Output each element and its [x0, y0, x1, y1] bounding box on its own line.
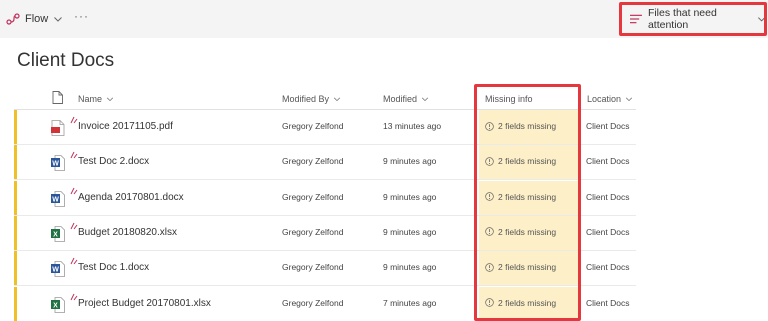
info-icon	[485, 157, 494, 166]
missing-info-label: 2 fields missing	[498, 297, 557, 308]
missing-info-label: 2 fields missing	[498, 226, 557, 237]
info-icon	[485, 121, 494, 131]
document-type-icon[interactable]	[52, 91, 63, 104]
column-header-label: Missing info	[485, 94, 533, 104]
missing-info-cell[interactable]: 2 fields missing	[479, 145, 580, 180]
flow-button[interactable]: Flow	[6, 9, 63, 29]
chevron-down-icon	[54, 17, 63, 22]
filter-lines-icon	[630, 14, 642, 24]
svg-text:X: X	[53, 231, 58, 238]
info-icon	[485, 262, 494, 272]
table-row[interactable]: W Agenda 20170801.docx Gregory Zelfond 9…	[14, 180, 636, 216]
modified-by: Gregory Zelfond	[282, 226, 344, 237]
chevron-down-icon	[757, 17, 765, 22]
view-selector-button[interactable]: Files that need attention	[622, 5, 766, 33]
column-header-label: Modified By	[282, 94, 330, 104]
missing-info-label: 2 fields missing	[498, 121, 557, 131]
word-icon: W	[51, 261, 65, 278]
column-header-label: Modified	[383, 94, 418, 104]
column-header-label: Name	[78, 94, 103, 104]
file-name-link[interactable]: Agenda 20170801.docx	[78, 192, 184, 203]
attention-indicator	[14, 251, 17, 286]
chevron-down-icon	[106, 97, 114, 102]
modified-time: 9 minutes ago	[383, 226, 437, 237]
table-row[interactable]: X Project Budget 20170801.xlsx Gregory Z…	[14, 286, 636, 321]
excel-icon: X	[51, 225, 65, 242]
modified-by: Gregory Zelfond	[282, 156, 344, 167]
modified-time: 13 minutes ago	[383, 121, 442, 131]
attention-indicator	[14, 110, 17, 144]
more-options-button[interactable]: ···	[74, 9, 89, 23]
attention-indicator	[14, 180, 17, 215]
svg-text:W: W	[52, 161, 59, 168]
missing-info-label: 2 fields missing	[498, 156, 557, 167]
location-label: Client Docs	[586, 156, 630, 167]
column-header-missing-info[interactable]: Missing info	[485, 89, 533, 109]
word-icon: W	[51, 155, 65, 172]
table-row[interactable]: W Test Doc 1.docx Gregory Zelfond 9 minu…	[14, 251, 636, 287]
file-name-link[interactable]: Budget 20180820.xlsx	[78, 227, 177, 238]
view-selector-label: Files that need attention	[647, 7, 717, 31]
attention-indicator	[14, 215, 17, 250]
column-header-modified-by[interactable]: Modified By	[282, 89, 341, 109]
missing-info-label: 2 fields missing	[498, 262, 557, 273]
chevron-down-icon	[333, 97, 341, 102]
missing-info-cell[interactable]: 2 fields missing	[479, 180, 580, 215]
modified-time: 9 minutes ago	[383, 191, 437, 202]
modified-by: Gregory Zelfond	[282, 297, 344, 308]
missing-info-cell[interactable]: 2 fields missing	[479, 215, 580, 250]
missing-info-label: 2 fields missing	[498, 191, 557, 202]
file-name-link[interactable]: Invoice 20171105.pdf	[78, 121, 173, 132]
info-icon	[485, 227, 494, 237]
modified-by: Gregory Zelfond	[282, 191, 344, 202]
svg-text:W: W	[52, 267, 59, 274]
modified-by: Gregory Zelfond	[282, 121, 344, 131]
svg-text:X: X	[53, 302, 58, 309]
excel-icon: X	[51, 296, 65, 313]
file-name-link[interactable]: Test Doc 1.docx	[78, 262, 149, 273]
page-title: Client Docs	[17, 50, 115, 71]
modified-by: Gregory Zelfond	[282, 262, 344, 273]
command-bar: Flow ··· Files that need attention	[0, 0, 768, 38]
info-icon	[485, 298, 494, 307]
table-row[interactable]: W Test Doc 2.docx Gregory Zelfond 9 minu…	[14, 145, 636, 181]
location-label: Client Docs	[586, 226, 630, 237]
pdf-icon	[51, 120, 65, 136]
missing-info-cell[interactable]: 2 fields missing	[479, 110, 580, 144]
file-name-link[interactable]: Project Budget 20170801.xlsx	[78, 298, 211, 309]
missing-info-cell[interactable]: 2 fields missing	[479, 251, 580, 286]
location-label: Client Docs	[586, 191, 630, 202]
svg-text:W: W	[52, 196, 59, 203]
modified-time: 7 minutes ago	[383, 297, 437, 308]
column-header-modified[interactable]: Modified	[383, 89, 429, 109]
location-label: Client Docs	[586, 121, 630, 131]
attention-indicator	[14, 145, 17, 180]
modified-time: 9 minutes ago	[383, 156, 437, 167]
info-icon	[485, 192, 494, 201]
column-header-location[interactable]: Location	[587, 89, 633, 109]
missing-info-cell[interactable]: 2 fields missing	[479, 286, 580, 321]
word-icon: W	[51, 190, 65, 207]
modified-time: 9 minutes ago	[383, 262, 437, 273]
column-header-name[interactable]: Name	[78, 89, 114, 109]
location-label: Client Docs	[586, 262, 630, 273]
chevron-down-icon	[625, 97, 633, 102]
table-row[interactable]: X Budget 20180820.xlsx Gregory Zelfond 9…	[14, 215, 636, 251]
flow-label: Flow	[25, 13, 49, 25]
location-label: Client Docs	[586, 297, 630, 308]
attention-indicator	[14, 286, 17, 321]
column-header-label: Location	[587, 94, 622, 104]
table-row[interactable]: Invoice 20171105.pdf Gregory Zelfond 13 …	[14, 110, 636, 145]
flow-icon	[6, 13, 20, 25]
file-name-link[interactable]: Test Doc 2.docx	[78, 156, 149, 167]
chevron-down-icon	[421, 97, 429, 102]
